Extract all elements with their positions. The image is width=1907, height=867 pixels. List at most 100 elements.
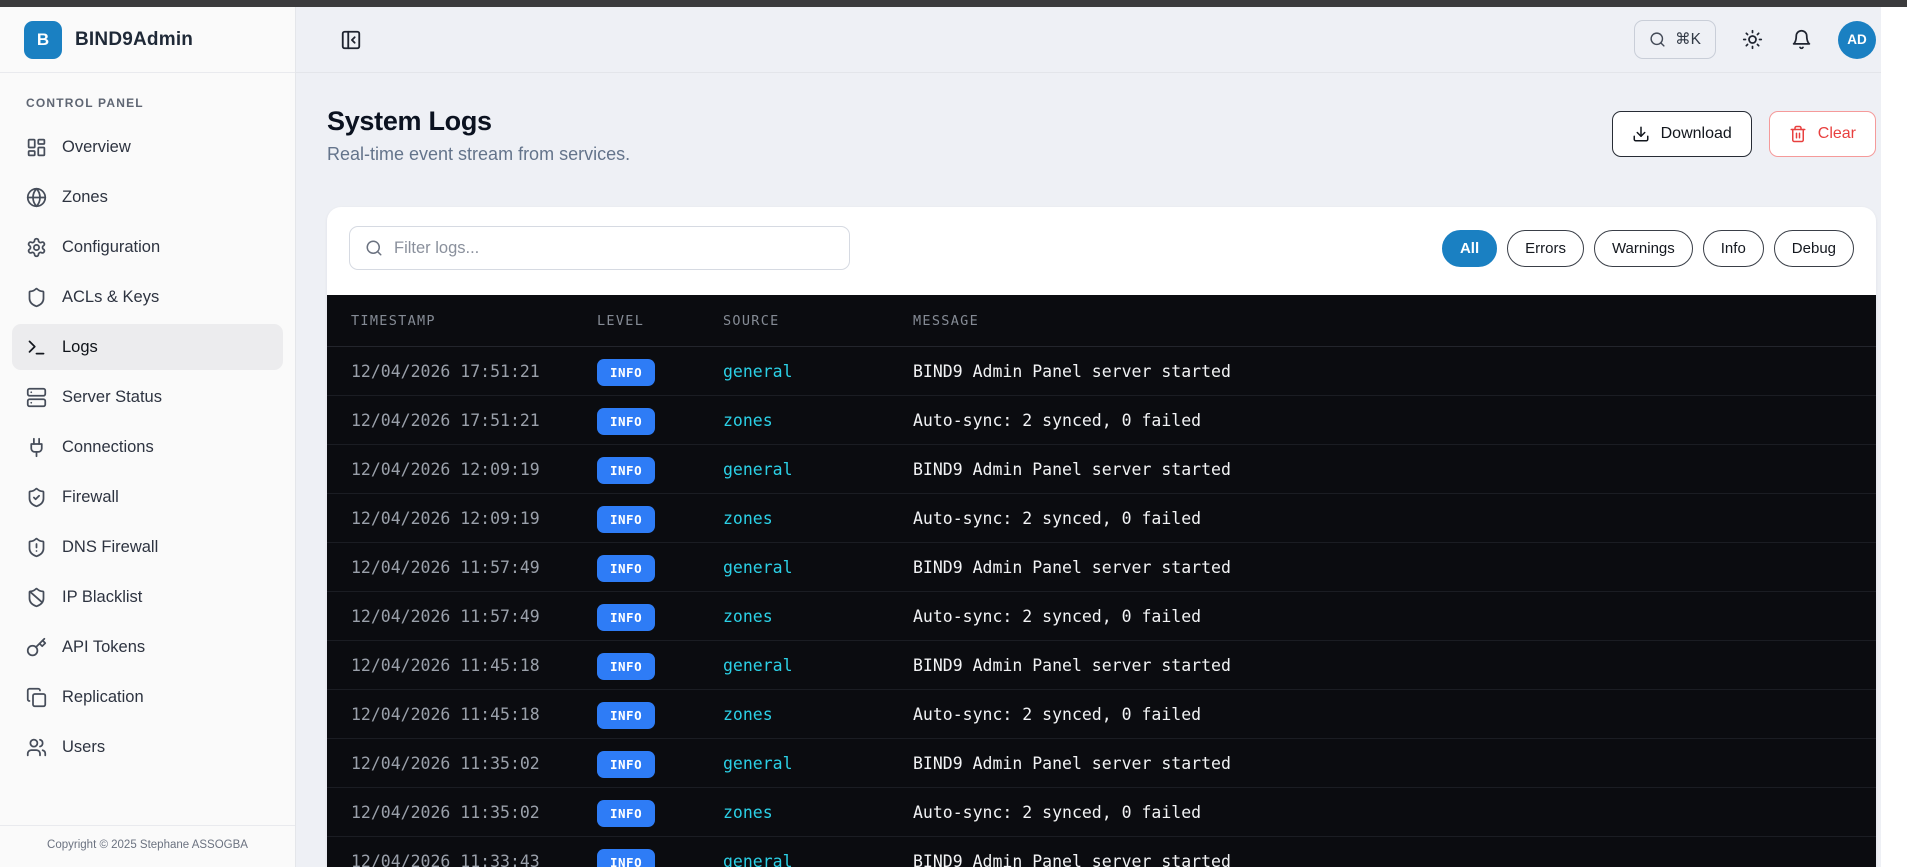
notifications-button[interactable] bbox=[1789, 27, 1814, 52]
sidebar-item-label: Firewall bbox=[62, 487, 119, 506]
page-heading-block: System Logs Real-time event stream from … bbox=[327, 106, 630, 165]
shield-check-icon bbox=[26, 487, 47, 508]
clear-button-label: Clear bbox=[1817, 125, 1856, 142]
sidebar-item-dns-firewall[interactable]: DNS Firewall bbox=[12, 524, 283, 570]
filter-pill-info[interactable]: Info bbox=[1702, 229, 1764, 267]
log-message: BIND9 Admin Panel server started bbox=[913, 361, 1231, 381]
log-level-badge: INFO bbox=[597, 456, 656, 484]
gear-icon bbox=[26, 237, 47, 258]
log-level-badge: INFO bbox=[597, 799, 656, 827]
column-header: SOURCE bbox=[723, 312, 780, 329]
log-timestamp: 12/04/2026 12:09:19 bbox=[351, 459, 540, 479]
collapse-sidebar-button[interactable] bbox=[334, 23, 368, 57]
sidebar-item-connections[interactable]: Connections bbox=[12, 424, 283, 470]
log-source: zones bbox=[723, 802, 773, 822]
log-row: 12/04/2026 11:35:02 INFO zones Auto-sync… bbox=[327, 788, 1876, 837]
sidebar-item-overview[interactable]: Overview bbox=[12, 124, 283, 170]
logs-card: AllErrorsWarningsInfoDebug TIMESTAMP LEVE… bbox=[327, 207, 1876, 867]
sidebar-item-zones[interactable]: Zones bbox=[12, 174, 283, 220]
log-timestamp: 12/04/2026 11:57:49 bbox=[351, 557, 540, 577]
log-row: 12/04/2026 17:51:21 INFO general BIND9 A… bbox=[327, 347, 1876, 396]
filter-logs-input[interactable] bbox=[394, 238, 834, 258]
log-row: 12/04/2026 12:09:19 INFO general BIND9 A… bbox=[327, 445, 1876, 494]
log-source: general bbox=[723, 851, 793, 867]
download-button-label: Download bbox=[1660, 125, 1732, 142]
sidebar-item-label: Overview bbox=[62, 137, 131, 156]
key-icon bbox=[26, 637, 47, 658]
level-filter-pills: All Errors Warnings Info Debug bbox=[1441, 229, 1854, 267]
download-button[interactable]: Download bbox=[1611, 111, 1752, 157]
column-header: MESSAGE bbox=[913, 312, 979, 329]
sidebar-item-server-status[interactable]: Server Status bbox=[12, 374, 283, 420]
dashboard-icon bbox=[26, 137, 47, 158]
filter-pill-debug[interactable]: Debug bbox=[1773, 229, 1854, 267]
log-timestamp: 12/04/2026 11:35:02 bbox=[351, 753, 540, 773]
page-title: System Logs bbox=[327, 106, 492, 136]
search-icon bbox=[365, 239, 383, 257]
sidebar-footer: Copyright © 2025 Stephane ASSOGBA bbox=[0, 825, 295, 867]
sidebar-item-configuration[interactable]: Configuration bbox=[12, 224, 283, 270]
sidebar-item-label: DNS Firewall bbox=[62, 537, 159, 556]
sidebar-item-label: IP Blacklist bbox=[62, 587, 143, 606]
sidebar-item-label: Replication bbox=[62, 687, 144, 706]
search-icon bbox=[1649, 31, 1666, 48]
theme-toggle-button[interactable] bbox=[1740, 27, 1765, 52]
log-row: 12/04/2026 11:45:18 INFO general BIND9 A… bbox=[327, 641, 1876, 690]
log-source: zones bbox=[723, 606, 773, 626]
sidebar-item-acls-keys[interactable]: ACLs & Keys bbox=[12, 274, 283, 320]
log-message: BIND9 Admin Panel server started bbox=[913, 753, 1231, 773]
sidebar-nav: Overview Zones Configuration ACLs & Keys… bbox=[0, 124, 295, 825]
filter-pill-all[interactable]: All bbox=[1441, 229, 1498, 267]
copy-icon bbox=[26, 687, 47, 708]
log-message: BIND9 Admin Panel server started bbox=[913, 655, 1231, 675]
log-level-badge: INFO bbox=[597, 652, 656, 680]
log-message: Auto-sync: 2 synced, 0 failed bbox=[913, 704, 1202, 724]
server-icon bbox=[26, 387, 47, 408]
column-header: TIMESTAMP bbox=[351, 312, 436, 329]
log-source: general bbox=[723, 557, 793, 577]
log-message: Auto-sync: 2 synced, 0 failed bbox=[913, 410, 1202, 430]
search-shortcut-label: ⌘K bbox=[1675, 31, 1701, 48]
log-timestamp: 12/04/2026 17:51:21 bbox=[351, 410, 540, 430]
log-timestamp: 12/04/2026 11:45:18 bbox=[351, 655, 540, 675]
log-message: BIND9 Admin Panel server started bbox=[913, 459, 1231, 479]
globe-icon bbox=[26, 187, 47, 208]
sidebar-item-api-tokens[interactable]: API Tokens bbox=[12, 624, 283, 670]
sidebar-item-users[interactable]: Users bbox=[12, 724, 283, 770]
page-scrollbar[interactable] bbox=[1881, 7, 1907, 867]
sidebar-section-label: CONTROL PANEL bbox=[26, 96, 144, 110]
log-row: 12/04/2026 11:45:18 INFO zones Auto-sync… bbox=[327, 690, 1876, 739]
log-row: 12/04/2026 17:51:21 INFO zones Auto-sync… bbox=[327, 396, 1876, 445]
sidebar-item-logs[interactable]: Logs bbox=[12, 324, 283, 370]
page-subtitle: Real-time event stream from services. bbox=[327, 144, 631, 164]
sidebar-item-label: Configuration bbox=[62, 237, 161, 256]
filter-pill-warnings[interactable]: Warnings bbox=[1593, 229, 1693, 267]
download-icon bbox=[1632, 125, 1650, 143]
sidebar-item-ip-blacklist[interactable]: IP Blacklist bbox=[12, 574, 283, 620]
sidebar-item-replication[interactable]: Replication bbox=[12, 674, 283, 720]
sidebar-item-firewall[interactable]: Firewall bbox=[12, 474, 283, 520]
filter-pill-errors[interactable]: Errors bbox=[1507, 229, 1584, 267]
sidebar: B BIND9Admin CONTROL PANEL Overview Zone… bbox=[0, 7, 296, 867]
clear-button[interactable]: Clear bbox=[1768, 111, 1876, 157]
log-timestamp: 12/04/2026 11:33:43 bbox=[351, 851, 540, 867]
topbar-right: ⌘K AD bbox=[1634, 20, 1876, 59]
log-level-badge: INFO bbox=[597, 701, 656, 729]
user-avatar[interactable]: AD bbox=[1838, 20, 1876, 59]
plug-icon bbox=[26, 437, 47, 458]
page-content: System Logs Real-time event stream from … bbox=[296, 73, 1907, 867]
window-top-edge bbox=[0, 0, 1907, 7]
sidebar-header: B BIND9Admin bbox=[0, 7, 295, 73]
log-timestamp: 12/04/2026 17:51:21 bbox=[351, 361, 540, 381]
main-area: ⌘K AD System Logs Real-time event stream… bbox=[296, 7, 1907, 867]
app-logo: B bbox=[24, 20, 62, 59]
app-root: B BIND9Admin CONTROL PANEL Overview Zone… bbox=[0, 7, 1907, 867]
global-search-button[interactable]: ⌘K bbox=[1634, 20, 1716, 59]
users-icon bbox=[26, 737, 47, 758]
log-row: 12/04/2026 11:35:02 INFO general BIND9 A… bbox=[327, 739, 1876, 788]
log-message: BIND9 Admin Panel server started bbox=[913, 851, 1231, 867]
page-actions: Download Clear bbox=[1611, 111, 1876, 157]
log-message: BIND9 Admin Panel server started bbox=[913, 557, 1231, 577]
log-message: Auto-sync: 2 synced, 0 failed bbox=[913, 606, 1202, 626]
log-timestamp: 12/04/2026 11:45:18 bbox=[351, 704, 540, 724]
